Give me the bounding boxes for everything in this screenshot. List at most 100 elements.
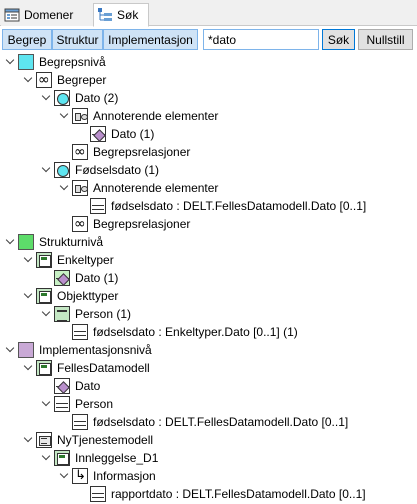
chevron-down-icon[interactable] <box>24 255 34 265</box>
chevron-down-icon[interactable] <box>42 309 52 319</box>
tree-node[interactable]: Dato (1) <box>0 269 417 287</box>
chevron-down-icon[interactable] <box>24 435 34 445</box>
chevron-down-icon[interactable] <box>42 399 52 409</box>
datatype-icon <box>54 378 70 394</box>
tree-node-label: FellesDatamodell <box>57 361 150 375</box>
tree-node-label: Begreper <box>57 73 107 87</box>
datatype-icon <box>90 126 106 142</box>
object-icon <box>54 306 70 322</box>
green-square-icon <box>18 234 34 250</box>
chevron-down-icon[interactable] <box>6 57 16 67</box>
tree-node[interactable]: NyTjenestemodell <box>0 431 417 449</box>
tree-node[interactable]: Innleggelse_D1 <box>0 449 417 467</box>
tree-node-label: Begrepsrelasjoner <box>93 217 191 231</box>
chevron-down-icon[interactable] <box>60 183 70 193</box>
purple-square-icon <box>18 342 34 358</box>
tree-node[interactable]: Begrepsrelasjoner <box>0 143 417 161</box>
tree-node[interactable]: FellesDatamodell <box>0 359 417 377</box>
tab-bar: Domener Søk <box>0 0 417 27</box>
chevron-down-icon[interactable] <box>60 471 70 481</box>
tree-node[interactable]: Person <box>0 395 417 413</box>
relation-icon <box>72 180 88 196</box>
tree-node[interactable]: Dato (1) <box>0 125 417 143</box>
chevron-down-icon[interactable] <box>42 453 52 463</box>
tree-node-label: NyTjenestemodell <box>57 433 154 447</box>
tree-node[interactable]: Dato <box>0 377 417 395</box>
concept-icon <box>54 90 70 106</box>
type-group-icon <box>36 252 52 268</box>
tree-node[interactable]: Begrepsnivå <box>0 53 417 71</box>
chain-icon <box>72 144 88 160</box>
tree-node-label: Innleggelse_D1 <box>75 451 159 465</box>
chevron-down-icon[interactable] <box>6 345 16 355</box>
tree-node-label: Begrepsrelasjoner <box>93 145 191 159</box>
tree-node-label: Informasjon <box>93 469 156 483</box>
type-group-icon <box>36 288 52 304</box>
tree-node-label: Dato (1) <box>75 271 119 285</box>
attribute-icon <box>72 324 88 340</box>
attribute-icon <box>90 198 106 214</box>
chevron-down-icon[interactable] <box>6 237 16 247</box>
chevron-down-icon[interactable] <box>60 111 70 121</box>
message-group-icon <box>36 432 52 448</box>
tree-node[interactable]: fødselsdato : DELT.FellesDatamodell.Dato… <box>0 197 417 215</box>
search-results-tree: Begrepsnivå Begreper Dato (2) Annoterende e… <box>0 52 417 504</box>
tree-node[interactable]: Dato (2) <box>0 89 417 107</box>
tree-node[interactable]: Person (1) <box>0 305 417 323</box>
tree-node[interactable]: Objekttyper <box>0 287 417 305</box>
datatype-green-icon <box>54 270 70 286</box>
tree-node[interactable]: fødselsdato : DELT.FellesDatamodell.Dato… <box>0 413 417 431</box>
tree-node-label: Annoterende elementer <box>93 181 219 195</box>
tree-node-label: Person <box>75 397 114 411</box>
filter-struktur-button[interactable]: Struktur <box>52 29 103 50</box>
type-group-icon <box>54 450 70 466</box>
tab-sok[interactable]: Søk <box>93 3 149 27</box>
tree-node[interactable]: Informasjon <box>0 467 417 485</box>
tree-node-label: Strukturnivå <box>39 235 104 249</box>
tree-node-label: Begrepsnivå <box>39 55 106 69</box>
tree-node[interactable]: Annoterende elementer <box>0 107 417 125</box>
tree-node[interactable]: Strukturnivå <box>0 233 417 251</box>
chevron-down-icon[interactable] <box>42 165 52 175</box>
tree-node[interactable]: Begrepsrelasjoner <box>0 215 417 233</box>
filter-implementasjon-button[interactable]: Implementasjon <box>103 29 198 50</box>
tree-node-label: Objekttyper <box>57 289 119 303</box>
folder-icon <box>4 7 20 23</box>
cyan-square-icon <box>18 54 34 70</box>
concept-icon <box>54 162 70 178</box>
tree-node[interactable]: Implementasjonsnivå <box>0 341 417 359</box>
chevron-down-icon[interactable] <box>24 291 34 301</box>
chain-icon <box>72 216 88 232</box>
tree-node-label: Dato (2) <box>75 91 119 105</box>
tree-node-label: Fødselsdato (1) <box>75 163 160 177</box>
concept-group-icon <box>36 72 52 88</box>
tree-node[interactable]: Annoterende elementer <box>0 179 417 197</box>
tree-node[interactable]: fødselsdato : Enkeltyper.Dato [0..1] (1) <box>0 323 417 341</box>
tree-node[interactable]: rapportdato : DELT.FellesDatamodell.Dato… <box>0 485 417 503</box>
tree-node-label: Dato <box>75 379 101 393</box>
search-input[interactable] <box>203 29 319 50</box>
tree-node-label: Dato (1) <box>111 127 155 141</box>
toolbar: Begrep Struktur Implementasjon Søk Nulls… <box>0 27 417 51</box>
chevron-down-icon[interactable] <box>24 363 34 373</box>
tree-node[interactable]: Enkeltyper <box>0 251 417 269</box>
chevron-down-icon[interactable] <box>42 93 52 103</box>
search-button[interactable]: Søk <box>322 29 355 50</box>
reset-button[interactable]: Nullstill <box>358 29 413 50</box>
relation-icon <box>72 108 88 124</box>
chevron-down-icon[interactable] <box>24 75 34 85</box>
tree-node-label: fødselsdato : Enkeltyper.Dato [0..1] (1) <box>93 325 298 339</box>
filter-begrep-button[interactable]: Begrep <box>2 29 52 50</box>
tree-node[interactable]: Fødselsdato (1) <box>0 161 417 179</box>
arrow-icon <box>72 468 88 484</box>
tree-node-label: fødselsdato : DELT.FellesDatamodell.Dato… <box>111 199 367 213</box>
tree-node-label: Enkeltyper <box>57 253 114 267</box>
type-group-icon <box>36 360 52 376</box>
attribute-icon <box>90 486 106 502</box>
tree-node-label: Implementasjonsnivå <box>39 343 152 357</box>
object-plain-icon <box>54 396 70 412</box>
tab-domener[interactable]: Domener <box>1 3 93 26</box>
tree-node[interactable]: Begreper <box>0 71 417 89</box>
tab-domener-label: Domener <box>24 7 74 22</box>
tree-node-label: rapportdato : DELT.FellesDatamodell.Dato… <box>111 487 366 501</box>
